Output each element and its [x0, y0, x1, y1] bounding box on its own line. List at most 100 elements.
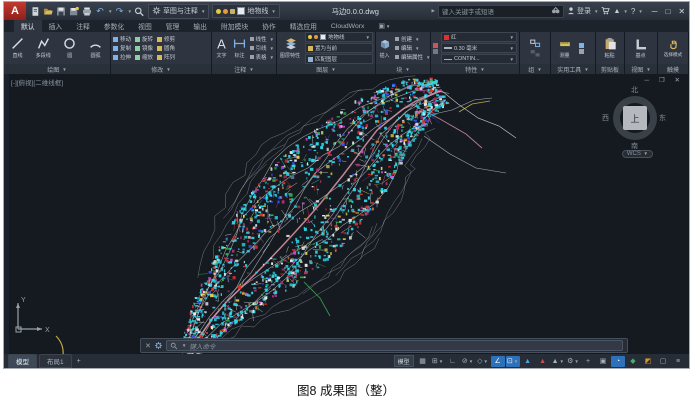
- plot-printer-icon[interactable]: [81, 5, 93, 18]
- maximize-button[interactable]: □: [665, 7, 670, 16]
- modify-tool-8[interactable]: 阵列: [157, 53, 175, 61]
- help-search-input[interactable]: 键入关键字或短语: [438, 5, 564, 18]
- drawing-window-controls[interactable]: ─ ❐ ✕: [645, 76, 685, 84]
- panel-label-utilities[interactable]: 实用工具▼: [551, 64, 595, 74]
- undo-icon[interactable]: ↶: [94, 5, 106, 18]
- ribbon-tab-0[interactable]: 默认: [14, 20, 42, 32]
- text-tool[interactable]: A 文字: [214, 37, 229, 59]
- annotation-autoscale-toggle[interactable]: ▲: [536, 356, 550, 367]
- panel-label-view[interactable]: 视图▼: [625, 64, 657, 74]
- annotate-tool-1[interactable]: 引线▼: [250, 44, 274, 52]
- modify-tool-5[interactable]: 圆角: [157, 44, 175, 52]
- clean-screen-toggle[interactable]: ▢: [656, 356, 670, 367]
- sign-in-button[interactable]: 登录 ▼: [567, 6, 598, 17]
- layer-properties-tool[interactable]: 图层特性: [279, 37, 302, 59]
- wcs-dropdown[interactable]: WCS ▼: [622, 150, 653, 158]
- saveas-disk-icon[interactable]: [68, 5, 80, 18]
- draw-tool-1[interactable]: 多段线: [32, 37, 55, 59]
- ribbon-tab-9[interactable]: 精选应用: [283, 20, 324, 32]
- minimize-button[interactable]: ─: [652, 7, 658, 16]
- quick-properties-toggle[interactable]: ▣: [596, 356, 610, 367]
- annotation-visibility-toggle[interactable]: ▲: [521, 356, 535, 367]
- linetype-dropdown[interactable]: CONTIN...▼: [441, 54, 517, 64]
- layer-quick-display[interactable]: 地物线 ▼: [212, 4, 279, 18]
- ribbon-tab-5[interactable]: 管理: [159, 20, 187, 32]
- close-icon[interactable]: ✕: [145, 342, 151, 350]
- make-current-button[interactable]: 置为当前: [305, 43, 373, 53]
- annotation-scale-control[interactable]: ▲▼: [551, 356, 565, 367]
- new-layout-button[interactable]: +: [74, 358, 84, 365]
- redo-icon[interactable]: ↷: [113, 5, 125, 18]
- search-expand-icon[interactable]: ▶: [432, 8, 435, 14]
- ribbon-tab-3[interactable]: 参数化: [97, 20, 131, 32]
- draw-tool-2[interactable]: 圆: [58, 37, 81, 59]
- ribbon-tab-8[interactable]: 协作: [255, 20, 283, 32]
- drawing-canvas[interactable]: [-][俯视][二维线框] ─ ❐ ✕ 上 北 南 西 东 WCS ▼ X Y …: [4, 74, 689, 354]
- measure-tool[interactable]: 测量: [553, 38, 576, 59]
- grid-display-toggle[interactable]: ▦: [416, 356, 430, 367]
- customization-menu[interactable]: ≡: [671, 356, 685, 367]
- customize-wrench-icon[interactable]: [154, 341, 163, 350]
- viewport-controls[interactable]: [-][俯视][二维线框]: [11, 77, 63, 87]
- ribbon-tab-cloudworx[interactable]: CloudWorx: [324, 20, 372, 32]
- drawing-compare-icon[interactable]: ▣▼: [371, 20, 397, 32]
- modify-tool-6[interactable]: 拉伸: [113, 53, 131, 61]
- binoculars-search-icon[interactable]: [551, 6, 560, 17]
- open-folder-icon[interactable]: [42, 5, 54, 18]
- block-tool-1[interactable]: 编辑▼: [395, 44, 430, 52]
- panel-label-block[interactable]: 块▼: [376, 64, 430, 74]
- lock-ui-toggle[interactable]: ◔: [611, 356, 625, 367]
- dimension-tool[interactable]: 标注: [232, 37, 247, 59]
- command-input[interactable]: ▼ 键入命令: [166, 340, 623, 351]
- modify-tool-0[interactable]: 移动: [113, 35, 131, 43]
- panel-label-modify[interactable]: 修改▼: [111, 64, 211, 74]
- isodraft-toggle[interactable]: ◇▼: [476, 356, 490, 367]
- command-line-bar[interactable]: ✕ ▼ 键入命令: [140, 338, 628, 353]
- panel-label-group[interactable]: 组▼: [520, 64, 550, 74]
- panel-label-touch[interactable]: 触摸: [658, 64, 688, 74]
- selection-mode-tool[interactable]: 选择模式: [662, 38, 685, 58]
- help-button[interactable]: ?▼: [631, 7, 643, 16]
- insert-block-tool[interactable]: 插入: [378, 37, 392, 59]
- chevron-down-icon[interactable]: ▼: [127, 9, 131, 14]
- snap-mode-toggle[interactable]: ⊞▼: [431, 356, 445, 367]
- modify-tool-3[interactable]: 复制: [113, 44, 131, 52]
- panel-label-clipboard[interactable]: 剪贴板: [596, 64, 624, 74]
- new-file-icon[interactable]: [29, 5, 41, 18]
- ribbon-tab-2[interactable]: 注释: [69, 20, 97, 32]
- ortho-toggle[interactable]: ∟: [446, 356, 460, 367]
- modify-tool-1[interactable]: 旋转: [135, 35, 153, 43]
- ribbon-tab-6[interactable]: 输出: [186, 20, 214, 32]
- match-layer-button[interactable]: 匹配图层: [305, 54, 373, 64]
- object-snap-toggle[interactable]: ⊡▼: [506, 356, 520, 367]
- object-snap-tracking-toggle[interactable]: ∠: [491, 356, 505, 367]
- annotate-tool-0[interactable]: 线性▼: [250, 35, 274, 43]
- block-tool-2[interactable]: 编辑属性▼: [395, 53, 430, 61]
- viewcube-west-label[interactable]: 西: [602, 113, 609, 123]
- tab-layout1[interactable]: 布局1: [39, 354, 72, 368]
- ribbon-tab-4[interactable]: 视图: [131, 20, 159, 32]
- chevron-down-icon[interactable]: ▼: [108, 9, 112, 14]
- paste-tool[interactable]: 粘贴: [599, 37, 622, 59]
- isolate-objects[interactable]: ◩: [641, 356, 655, 367]
- app-store-cart-icon[interactable]: [601, 6, 610, 17]
- polar-tracking-toggle[interactable]: ⊘▼: [461, 356, 475, 367]
- annotate-tool-2[interactable]: 表格▼: [250, 53, 274, 61]
- viewcube-top-face[interactable]: 上: [623, 106, 647, 130]
- ribbon-tab-7[interactable]: 附加模块: [214, 20, 255, 32]
- model-space-badge[interactable]: 模型: [394, 355, 414, 367]
- modify-tool-4[interactable]: 镜像: [135, 44, 153, 52]
- viewcube[interactable]: 上 北 南 西 东: [611, 94, 659, 142]
- lineweight-dropdown[interactable]: 0.30 毫米▼: [441, 43, 517, 53]
- ribbon-tab-1[interactable]: 插入: [42, 20, 70, 32]
- panel-label-properties[interactable]: 特性▼: [431, 64, 519, 74]
- object-color-dropdown[interactable]: 红▼: [441, 32, 517, 42]
- base-view-tool[interactable]: 基点: [630, 38, 653, 59]
- draw-tool-0[interactable]: 直线: [6, 37, 29, 59]
- panel-label-draw[interactable]: 绘图▼: [4, 64, 110, 74]
- application-menu-button[interactable]: A: [4, 2, 26, 20]
- block-tool-0[interactable]: 创建▼: [395, 35, 430, 43]
- modify-tool-2[interactable]: 修剪: [157, 35, 175, 43]
- close-button[interactable]: ✕: [678, 7, 685, 16]
- workspace-switching[interactable]: ⚙▼: [566, 356, 580, 367]
